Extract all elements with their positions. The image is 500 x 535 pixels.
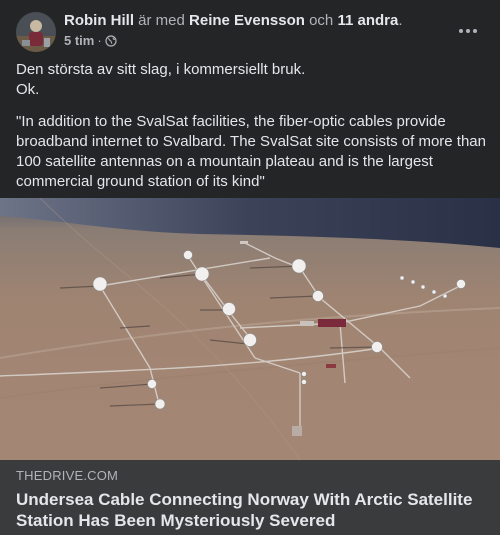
post-header: Robin Hill är med Reine Evensson och 11 … (0, 0, 500, 56)
post-text-line-1: Den största av sitt slag, i kommersiellt… (16, 61, 306, 78)
more-options-icon[interactable] (454, 20, 482, 42)
svalsat-photo (0, 198, 500, 460)
period: . (398, 12, 403, 29)
and-text: och (309, 12, 334, 29)
globe-icon[interactable] (105, 35, 117, 47)
post-timestamp[interactable]: 5 tim (64, 33, 94, 49)
post-text: Den största av sitt slag, i kommersiellt… (16, 60, 486, 192)
with-text: är med (138, 12, 185, 29)
tagged-others[interactable]: 11 andra (337, 12, 398, 29)
link-domain: THEDRIVE.COM (16, 468, 119, 483)
facebook-post: Robin Hill är med Reine Evensson och 11 … (0, 0, 500, 535)
tagged-person[interactable]: Reine Evensson (189, 12, 305, 29)
link-preview-image[interactable] (0, 198, 500, 460)
avatar[interactable] (16, 12, 56, 52)
link-title[interactable]: Undersea Cable Connecting Norway With Ar… (16, 489, 486, 531)
meta-separator: · (97, 33, 102, 48)
post-text-line-2: Ok. (16, 81, 40, 98)
post-meta: 5 tim · (64, 33, 117, 49)
post-text-quote: "In addition to the SvalSat facilities, … (16, 113, 486, 190)
link-preview-meta[interactable]: THEDRIVE.COM Undersea Cable Connecting N… (0, 460, 500, 535)
post-author-line: Robin Hill är med Reine Evensson och 11 … (64, 11, 403, 31)
author-name[interactable]: Robin Hill (64, 12, 134, 29)
